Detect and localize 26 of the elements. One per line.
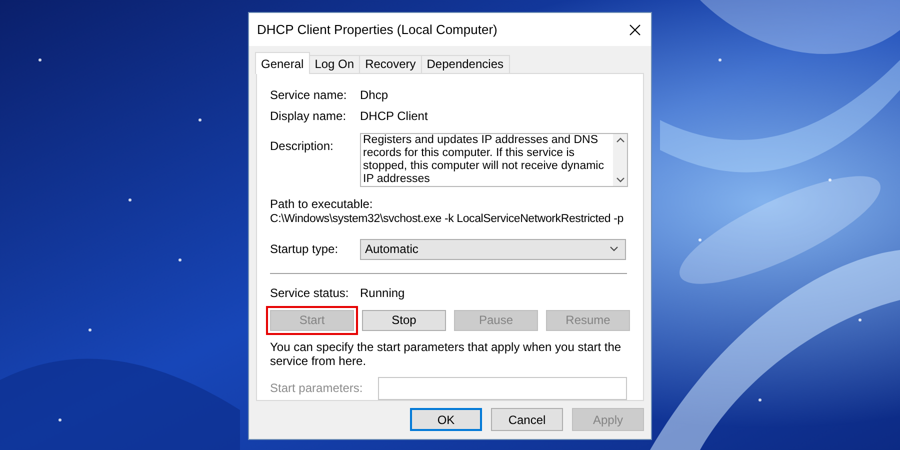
hint-text: You can specify the start parameters that apply when you start the service from here. [270, 340, 622, 368]
field-label: Service status: [270, 286, 350, 300]
tab[interactable]: Log On [308, 55, 360, 73]
field-label: Display name: [270, 108, 348, 123]
display-name-value: DHCP Client [360, 108, 428, 123]
scroll-down-icon[interactable] [616, 176, 624, 183]
service-button[interactable]: Stop [362, 310, 446, 331]
close-icon[interactable] [629, 24, 641, 36]
description-box[interactable]: Registers and updates IP addresses and DNS records for this computer. If this service is stopped, this computer will not receive dynamic IP addresses [360, 132, 628, 187]
scroll-up-icon[interactable] [616, 136, 624, 143]
field-label: Startup type: [270, 242, 340, 256]
tab[interactable]: Dependencies [420, 55, 510, 73]
field-label: Path to executable: [270, 196, 374, 211]
field-label: Start parameters: [270, 381, 364, 396]
chevron-down-icon [609, 246, 619, 252]
path-value: C:\Windows\system32\svchost.exe -k LocalServiceNetworkRestricted -p [270, 212, 624, 225]
dialog-button[interactable]: Cancel [491, 408, 563, 431]
service-status-value: Running [360, 286, 405, 300]
window-title: DHCP Client Properties (Local Computer) [257, 22, 498, 37]
service-name-value: Dhcp [360, 88, 388, 102]
tab[interactable]: General [255, 52, 310, 74]
tab[interactable]: Recovery [359, 55, 422, 73]
field-label: Service name: [270, 88, 348, 102]
dialog-button[interactable]: OK [410, 408, 482, 431]
startup-type-dropdown[interactable]: Automatic [360, 238, 626, 260]
field-label: Description: [270, 138, 334, 153]
